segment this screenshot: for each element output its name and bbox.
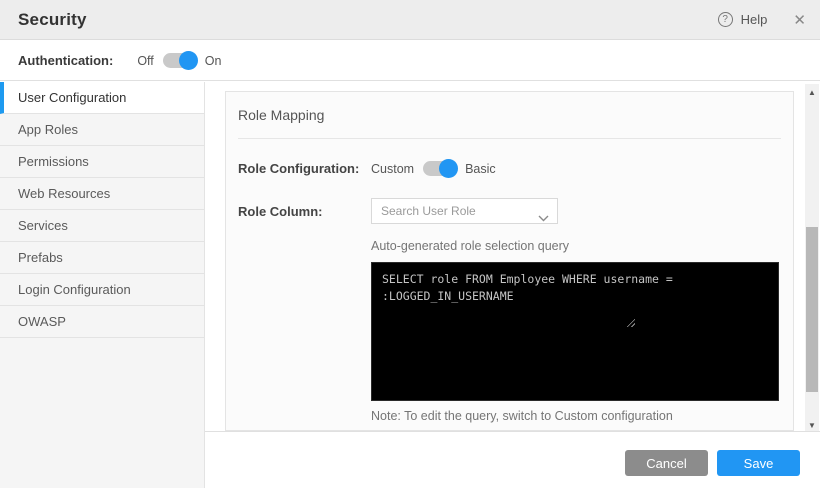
authentication-on-label: On — [205, 54, 222, 68]
settings-sidebar: User Configuration App Roles Permissions… — [0, 82, 205, 488]
vertical-scrollbar[interactable]: ▲ ▼ — [805, 84, 819, 433]
help-icon[interactable]: ? — [718, 12, 733, 27]
sidebar-item-login-configuration[interactable]: Login Configuration — [0, 274, 204, 306]
role-selection-query-editor[interactable]: SELECT role FROM Employee WHERE username… — [371, 262, 779, 401]
role-mapping-title: Role Mapping — [238, 107, 324, 123]
role-column-label: Role Column: — [238, 204, 371, 219]
role-config-custom-label: Custom — [371, 162, 414, 176]
authentication-label: Authentication: — [18, 53, 113, 68]
role-column-placeholder: Search User Role — [381, 204, 476, 218]
authentication-off-label: Off — [137, 54, 153, 68]
scrollbar-thumb[interactable] — [806, 227, 818, 392]
auto-generated-query-label: Auto-generated role selection query — [371, 239, 781, 253]
scroll-down-icon[interactable]: ▼ — [805, 419, 819, 431]
chevron-down-icon — [538, 209, 549, 227]
main-panel: Role Mapping Role Configuration: Custom … — [205, 82, 820, 488]
query-note: Note: To edit the query, switch to Custo… — [371, 409, 781, 423]
authentication-toggle[interactable] — [163, 53, 196, 68]
role-mapping-card: Role Mapping Role Configuration: Custom … — [225, 91, 794, 431]
help-link[interactable]: Help — [741, 12, 768, 27]
sidebar-item-permissions[interactable]: Permissions — [0, 146, 204, 178]
role-configuration-label: Role Configuration: — [238, 161, 371, 176]
toggle-knob — [439, 159, 458, 178]
security-dialog: Security ? Help ✕ Authentication: Off On… — [0, 0, 820, 488]
dialog-footer: Cancel Save — [205, 431, 820, 488]
sidebar-item-owasp[interactable]: OWASP — [0, 306, 204, 338]
sidebar-item-app-roles[interactable]: App Roles — [0, 114, 204, 146]
toggle-knob — [179, 51, 198, 70]
sidebar-item-user-configuration[interactable]: User Configuration — [0, 82, 204, 114]
sidebar-item-web-resources[interactable]: Web Resources — [0, 178, 204, 210]
cancel-button[interactable]: Cancel — [625, 450, 708, 476]
authentication-bar: Authentication: Off On — [0, 41, 820, 81]
save-button[interactable]: Save — [717, 450, 800, 476]
sidebar-item-prefabs[interactable]: Prefabs — [0, 242, 204, 274]
role-config-basic-label: Basic — [465, 162, 496, 176]
sidebar-item-services[interactable]: Services — [0, 210, 204, 242]
dialog-header: Security ? Help ✕ — [0, 0, 820, 40]
page-title: Security — [18, 10, 87, 30]
role-configuration-toggle[interactable] — [423, 161, 456, 176]
close-icon[interactable]: ✕ — [793, 11, 806, 29]
scroll-up-icon[interactable]: ▲ — [805, 86, 819, 98]
role-column-select[interactable]: Search User Role — [371, 198, 558, 224]
